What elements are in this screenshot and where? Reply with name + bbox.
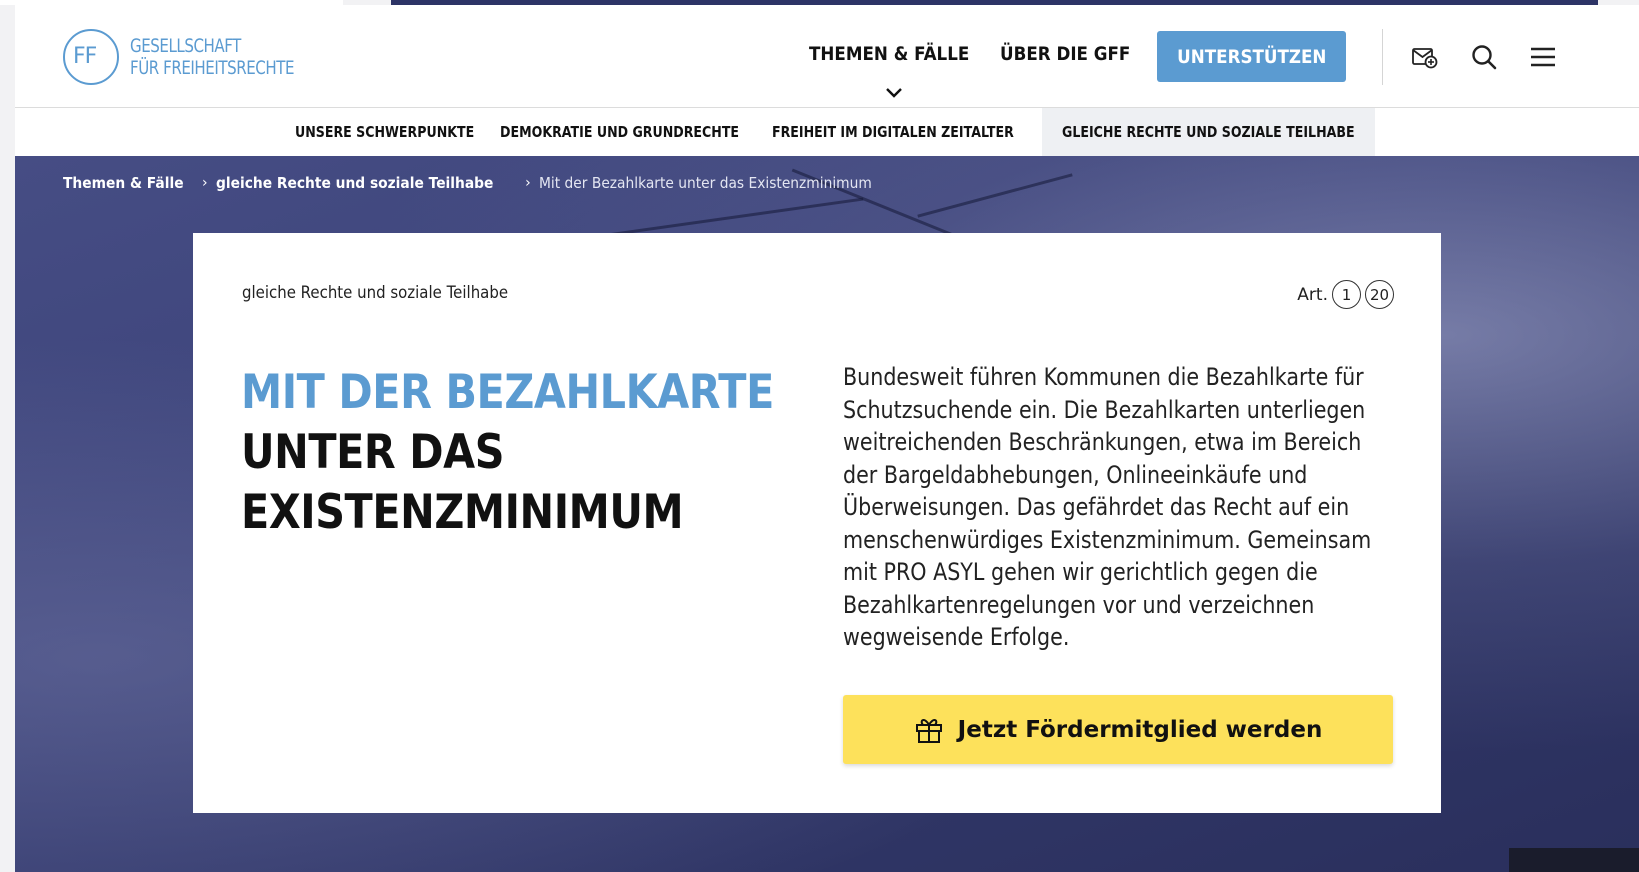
logo-mark-text: FF xyxy=(73,44,97,69)
subnav-item-label: UNSERE SCHWERPUNKTE xyxy=(295,123,475,141)
nav-themes[interactable]: THEMEN & FÄLLE xyxy=(809,43,969,65)
lead-line: Schutzsuchende ein. Die Bezahlkarten unt… xyxy=(843,395,1366,424)
title-line-2: UNTER DAS xyxy=(241,425,505,480)
header-divider xyxy=(1382,29,1383,85)
nav-about[interactable]: ÜBER DIE GFF xyxy=(1000,43,1130,65)
lead-line: Bezahlkartenregelungen vor und verzeichn… xyxy=(843,590,1315,619)
gff-logo[interactable]: FF GESELLSCHAFT FÜR FREIHEITSRECHTE xyxy=(63,29,316,85)
article-lead: Bundesweit führen Kommunen die Bezahlkar… xyxy=(843,361,1403,654)
support-button-label: UNTERSTÜTZEN xyxy=(1176,45,1327,68)
sub-nav: UNSERE SCHWERPUNKTE DEMOKRATIE UND GRUND… xyxy=(15,108,1639,156)
support-button[interactable]: UNTERSTÜTZEN xyxy=(1157,31,1346,82)
lead-line: Bundesweit führen Kommunen die Bezahlkar… xyxy=(843,363,1364,391)
article-card: gleiche Rechte und soziale Teilhabe Art.… xyxy=(193,233,1441,813)
article-label: Art. xyxy=(1297,284,1328,305)
page: FF GESELLSCHAFT FÜR FREIHEITSRECHTE THEM… xyxy=(15,5,1639,872)
lead-line: weitreichenden Beschränkungen, etwa im B… xyxy=(843,428,1362,456)
become-member-label: Jetzt Fördermitglied werden xyxy=(957,716,1323,743)
main-nav: THEMEN & FÄLLE ÜBER DIE GFF xyxy=(809,43,1148,65)
subnav-item-demokratie[interactable]: DEMOKRATIE UND GRUNDRECHTE xyxy=(478,108,750,156)
breadcrumb: Themen & Fälle › gleiche Rechte und sozi… xyxy=(63,174,901,192)
hero-texture xyxy=(917,173,1073,218)
article-title: MIT DER BEZAHLKARTE UNTER DAS EXISTENZMI… xyxy=(241,363,774,543)
logo-mark: FF xyxy=(63,29,119,85)
breadcrumb-current: Mit der Bezahlkarte unter das Existenzmi… xyxy=(538,174,872,192)
become-member-button[interactable]: Jetzt Fördermitglied werden xyxy=(843,695,1393,764)
logo-wordmark: GESELLSCHAFT FÜR FREIHEITSRECHTE xyxy=(130,35,294,79)
search-icon[interactable] xyxy=(1470,43,1498,71)
gift-icon xyxy=(915,718,942,743)
logo-line-1: GESELLSCHAFT xyxy=(130,35,241,57)
article-references: Art. 1 20 xyxy=(1297,280,1394,309)
subnav-item-label: DEMOKRATIE UND GRUNDRECHTE xyxy=(500,123,740,141)
lead-line: mit PRO ASYL gehen wir gerichtlich gegen… xyxy=(843,558,1318,586)
subnav-item-digital[interactable]: FREIHEIT IM DIGITALEN ZEITALTER xyxy=(750,108,1038,156)
breadcrumb-themes[interactable]: Themen & Fälle xyxy=(63,174,194,192)
lead-line: Überweisungen. Das gefährdet das Recht a… xyxy=(843,493,1350,521)
logo-line-2: FÜR FREIHEITSRECHTE xyxy=(130,57,295,79)
subnav-item-schwerpunkte[interactable]: UNSERE SCHWERPUNKTE xyxy=(273,108,478,156)
lead-line: der Bargeldabhebungen, Onlineeinkäufe un… xyxy=(843,460,1308,489)
site-header: FF GESELLSCHAFT FÜR FREIHEITSRECHTE THEM… xyxy=(15,5,1639,108)
subnav-item-label: FREIHEIT IM DIGITALEN ZEITALTER xyxy=(772,123,1014,141)
chevron-down-icon[interactable] xyxy=(885,87,903,99)
breadcrumb-separator: › xyxy=(525,175,531,191)
lead-line: wegweisende Erfolge. xyxy=(843,623,1070,651)
title-line-1: MIT DER BEZAHLKARTE xyxy=(241,365,774,420)
article-badge-20[interactable]: 20 xyxy=(1365,280,1394,309)
lead-line: menschenwürdiges Existenzminimum. Gemein… xyxy=(843,525,1372,554)
breadcrumb-teilhabe[interactable]: gleiche Rechte und soziale Teilhabe xyxy=(216,174,518,192)
title-line-3: EXISTENZMINIMUM xyxy=(241,485,684,540)
article-badge-1[interactable]: 1 xyxy=(1332,280,1361,309)
subnav-item-teilhabe[interactable]: GLEICHE RECHTE UND SOZIALE TEILHABE xyxy=(1042,108,1375,156)
breadcrumb-separator: › xyxy=(202,175,208,191)
menu-icon[interactable] xyxy=(1529,43,1557,71)
corner-overlay xyxy=(1509,848,1639,872)
hero-section: Themen & Fälle › gleiche Rechte und sozi… xyxy=(15,156,1639,872)
newsletter-icon[interactable] xyxy=(1410,43,1438,71)
subnav-item-label: GLEICHE RECHTE UND SOZIALE TEILHABE xyxy=(1062,123,1355,141)
article-topic[interactable]: gleiche Rechte und soziale Teilhabe xyxy=(242,283,508,303)
